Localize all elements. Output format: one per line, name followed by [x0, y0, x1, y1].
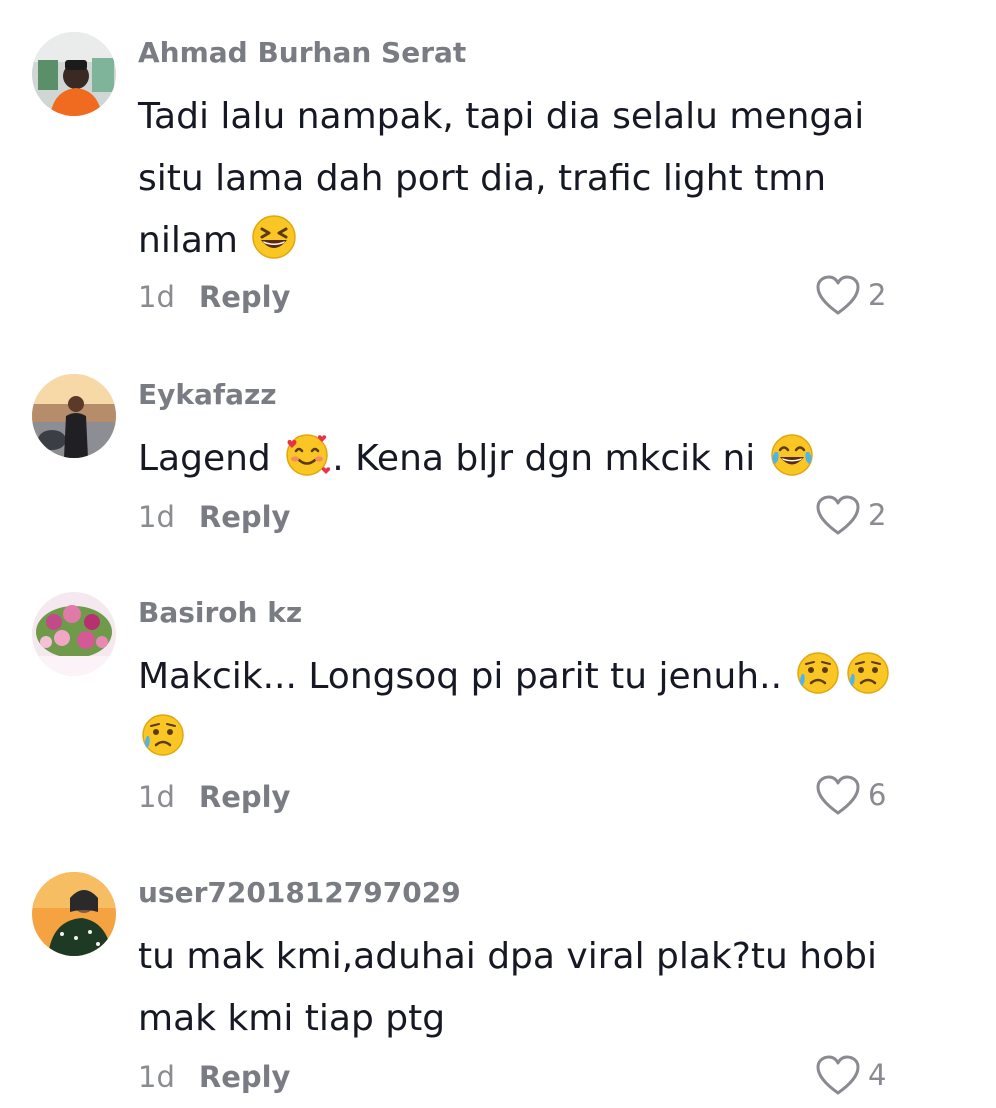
reply-button[interactable]: Reply	[199, 780, 291, 814]
comment-age: 1d	[138, 280, 175, 314]
avatar[interactable]	[32, 872, 116, 956]
comment-username[interactable]: Eykafazz	[138, 378, 277, 411]
avatar[interactable]	[32, 592, 116, 676]
like-count: 4	[868, 1058, 887, 1092]
comment-text-part: Makcik... Longsoq pi parit tu jenuh..	[138, 656, 794, 697]
like-button[interactable]: 2	[814, 270, 886, 320]
comment-meta: 1d Reply	[138, 780, 290, 814]
comment-text-part: Lagend	[138, 438, 283, 479]
sad-but-relieved-face-icon	[795, 650, 841, 696]
heart-icon	[814, 1053, 862, 1097]
comment-text: Makcik... Longsoq pi parit tu jenuh..	[138, 646, 928, 770]
heart-icon	[814, 773, 862, 817]
reply-button[interactable]: Reply	[199, 500, 291, 534]
sad-but-relieved-face-icon	[845, 650, 891, 696]
heart-icon	[814, 273, 862, 317]
comment-username[interactable]: user7201812797029	[138, 876, 461, 909]
comment-age: 1d	[138, 780, 175, 814]
like-count: 6	[868, 778, 887, 812]
reply-button[interactable]: Reply	[199, 280, 291, 314]
like-count: 2	[868, 278, 887, 312]
smiling-face-with-hearts-icon	[284, 432, 331, 478]
comment-text: Lagend . Kena bljr dgn mkcik ni	[138, 428, 928, 490]
reply-button[interactable]: Reply	[199, 1060, 291, 1094]
like-button[interactable]: 2	[814, 490, 886, 540]
comment-text: tu mak kmi,aduhai dpa viral plak?tu hobi…	[138, 926, 928, 1050]
comment-username[interactable]: Basiroh kz	[138, 596, 302, 629]
heart-icon	[814, 493, 862, 537]
like-button[interactable]: 6	[814, 770, 886, 820]
like-count: 2	[868, 498, 887, 532]
grinning-squinting-face-icon	[251, 214, 297, 260]
avatar[interactable]	[32, 32, 116, 116]
comment-text: Tadi lalu nampak, tapi dia selalu mengai…	[138, 86, 928, 272]
comment-age: 1d	[138, 1060, 175, 1094]
comment-meta: 1d Reply	[138, 280, 290, 314]
like-button[interactable]: 4	[814, 1050, 886, 1100]
comment-meta: 1d Reply	[138, 1060, 290, 1094]
face-with-tears-of-joy-icon	[769, 432, 815, 478]
comment-text-part: . Kena bljr dgn mkcik ni	[332, 438, 767, 479]
comment-text-part: Tadi lalu nampak, tapi dia selalu mengai…	[138, 96, 865, 261]
avatar[interactable]	[32, 374, 116, 458]
sad-but-relieved-face-icon	[140, 712, 186, 758]
comment-age: 1d	[138, 500, 175, 534]
comment-text-part: tu mak kmi,aduhai dpa viral plak?tu hobi…	[138, 936, 877, 1039]
comment-meta: 1d Reply	[138, 500, 290, 534]
comment-username[interactable]: Ahmad Burhan Serat	[138, 36, 466, 69]
